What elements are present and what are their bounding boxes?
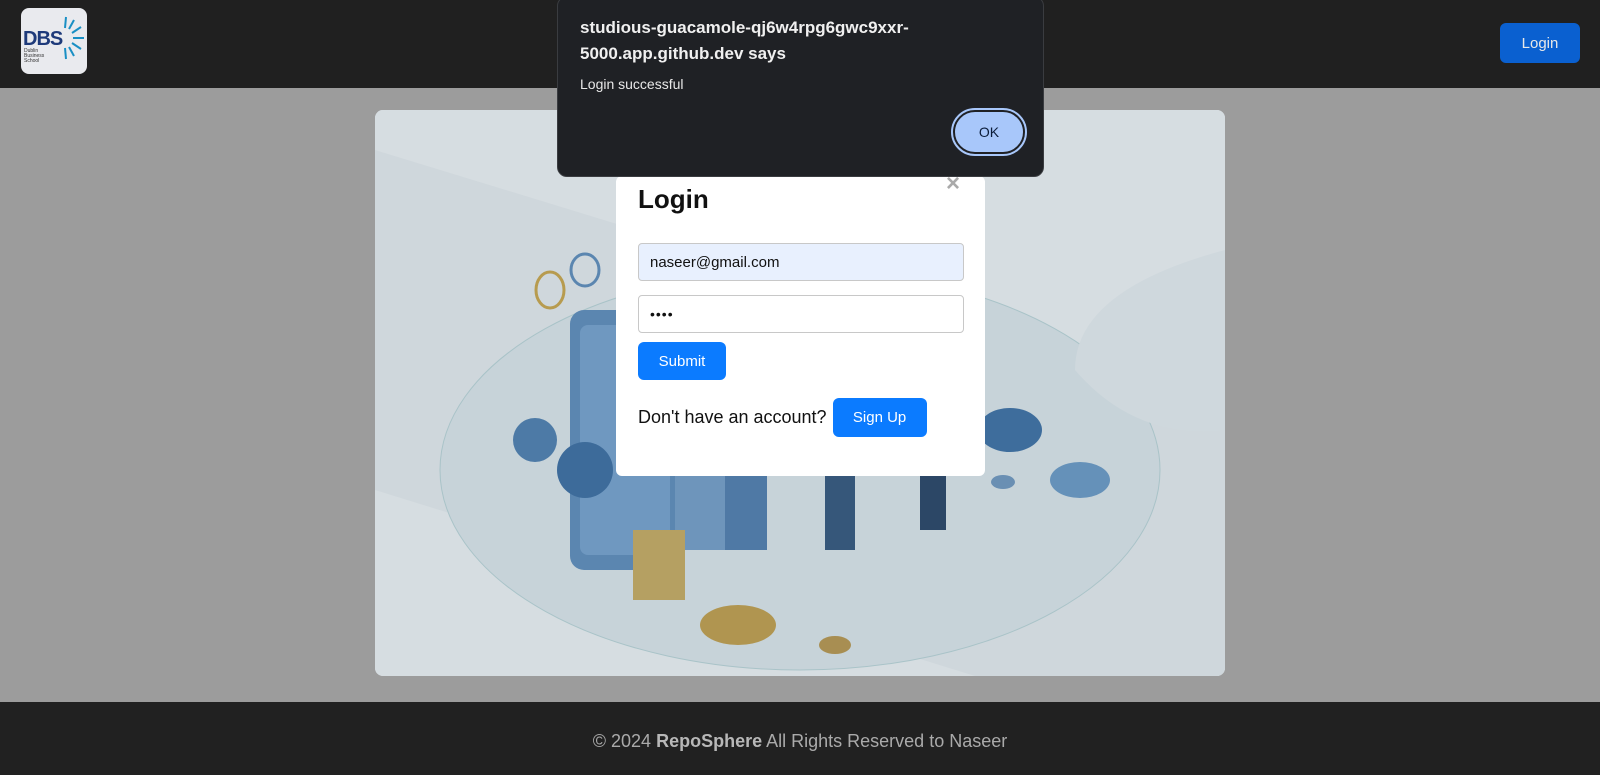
password-input[interactable] [638, 295, 964, 333]
signup-button[interactable]: Sign Up [832, 398, 927, 437]
logo-rays-icon [64, 16, 84, 60]
footer-brand: RepoSphere [656, 731, 763, 751]
submit-button[interactable]: Submit [638, 342, 726, 380]
browser-alert-dialog: studious-guacamole-qj6w4rpg6gwc9xxr-5000… [557, 0, 1044, 177]
alert-message: Login successful [580, 76, 684, 92]
footer-rights: All Rights Reserved to Naseer [766, 731, 1008, 751]
email-input[interactable] [638, 243, 964, 281]
signup-row: Don't have an account? Sign Up [638, 398, 927, 437]
footer-text: © 2024 RepoSphere All Rights Reserved to… [0, 731, 1600, 752]
footer: © 2024 RepoSphere All Rights Reserved to… [0, 702, 1600, 775]
alert-title: studious-guacamole-qj6w4rpg6gwc9xxr-5000… [580, 18, 909, 63]
modal-title: Login [638, 184, 709, 214]
footer-copyright: © 2024 [592, 731, 652, 751]
header-login-button[interactable]: Login [1500, 23, 1580, 63]
main-content: Login × Submit Don't have an account? Si… [0, 88, 1600, 702]
ok-button[interactable]: OK [951, 108, 1027, 156]
dbs-logo[interactable]: DBS Dublin Business School [21, 8, 87, 74]
login-modal: Login × Submit Don't have an account? Si… [616, 170, 985, 476]
signup-prompt: Don't have an account? [638, 407, 827, 427]
